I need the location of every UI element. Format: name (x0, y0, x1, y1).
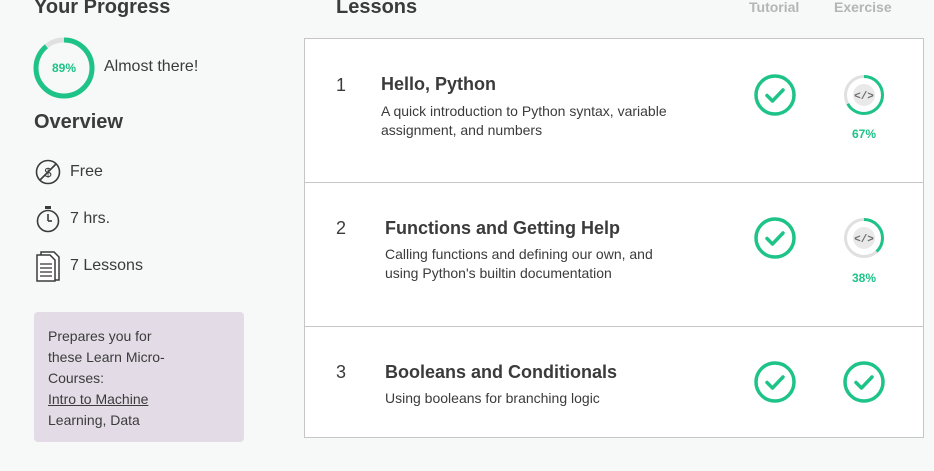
progress-ring: 89% (33, 37, 95, 99)
no-cost-icon: $ (34, 158, 62, 186)
lessons-heading: Lessons (336, 0, 418, 18)
overview-item-cost: $ Free (34, 158, 103, 186)
progress-percent-label: 89% (52, 61, 76, 75)
exercise-progress-icon[interactable]: </> (842, 73, 886, 117)
lesson-row[interactable]: 3 Booleans and Conditionals Using boolea… (305, 327, 923, 471)
tutorial-complete-icon[interactable] (753, 360, 797, 404)
lesson-title[interactable]: Functions and Getting Help (385, 218, 620, 239)
lessons-list: 1 Hello, Python A quick introduction to … (304, 38, 924, 438)
tutorial-complete-icon[interactable] (753, 216, 797, 260)
exercise-percent: 67% (851, 127, 877, 141)
exercise-percent: 38% (851, 271, 877, 285)
svg-text:$: $ (44, 165, 52, 180)
course-link[interactable]: Intro to Machine (48, 391, 148, 407)
progress-status: Almost there! (104, 58, 199, 75)
overview-item-lessons: 7 Lessons (34, 251, 143, 282)
overview-item-duration: 7 hrs. (34, 205, 110, 233)
lesson-number: 3 (336, 362, 347, 382)
exercise-progress-icon[interactable]: </> (842, 216, 886, 260)
lesson-description: Calling functions and defining our own, … (385, 246, 653, 281)
prepares-box: Prepares you for these Learn Micro- Cour… (34, 312, 244, 442)
prepares-line: Learning, Data (48, 412, 140, 428)
lesson-title[interactable]: Hello, Python (381, 74, 496, 95)
document-icon (34, 251, 62, 282)
lesson-title[interactable]: Booleans and Conditionals (385, 362, 617, 383)
lesson-row[interactable]: 1 Hello, Python A quick introduction to … (305, 39, 923, 183)
svg-text:</>: </> (854, 91, 874, 103)
progress-heading: Your Progress (34, 0, 171, 18)
overview-label-duration: 7 hrs. (70, 210, 111, 227)
lesson-row[interactable]: 2 Functions and Getting Help Calling fun… (305, 183, 923, 327)
exercise-column-header: Exercise (834, 0, 892, 15)
overview-label-cost: Free (70, 163, 103, 180)
exercise-complete-icon[interactable] (842, 360, 886, 404)
overview-label-lessons: 7 Lessons (70, 257, 143, 274)
lesson-number: 2 (336, 218, 347, 238)
overview-heading: Overview (34, 111, 123, 133)
stopwatch-icon (34, 205, 62, 233)
tutorial-column-header: Tutorial (749, 0, 800, 15)
lesson-number: 1 (336, 75, 347, 95)
tutorial-complete-icon[interactable] (753, 73, 797, 117)
prepares-line: Prepares you for (48, 328, 152, 344)
prepares-line: Courses: (48, 370, 105, 386)
lesson-description: Using booleans for branching logic (385, 390, 600, 406)
lesson-description: A quick introduction to Python syntax, v… (381, 103, 667, 138)
svg-text:</>: </> (854, 234, 874, 246)
prepares-line: these Learn Micro- (48, 349, 165, 365)
